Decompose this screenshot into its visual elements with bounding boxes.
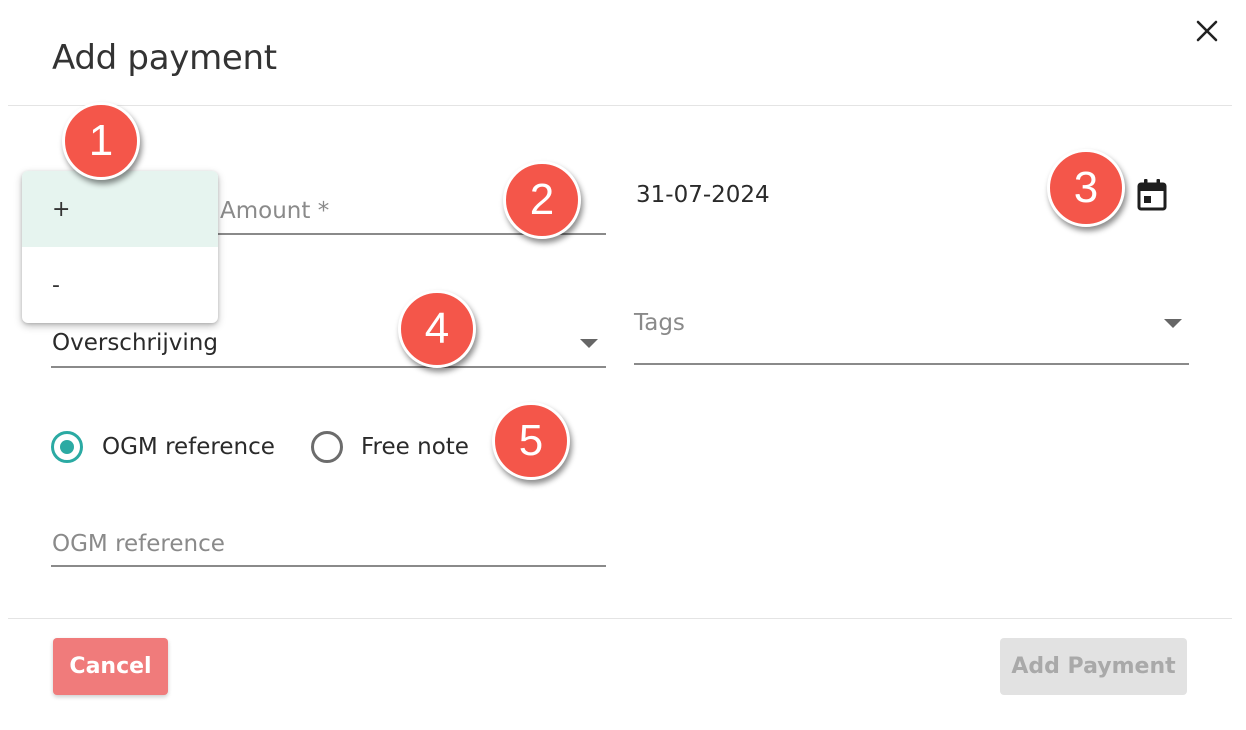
header-divider: [8, 105, 1232, 106]
add-payment-dialog: Add payment Amount * + - 31-07-2024 Over…: [0, 0, 1246, 730]
radio-label: OGM reference: [102, 434, 275, 460]
dialog-title: Add payment: [52, 38, 277, 78]
radio-ogm-reference[interactable]: OGM reference: [51, 428, 281, 472]
annotation-marker-1: 1: [62, 102, 140, 180]
date-input[interactable]: 31-07-2024: [636, 182, 770, 208]
ogm-reference-input[interactable]: OGM reference: [52, 531, 225, 557]
close-icon[interactable]: [1192, 16, 1222, 46]
chevron-down-icon[interactable]: [580, 339, 598, 348]
chevron-down-icon[interactable]: [1164, 319, 1182, 328]
payment-method-select[interactable]: Overschrijving: [52, 330, 218, 356]
annotation-marker-2: 2: [503, 161, 581, 239]
annotation-marker-5: 5: [492, 402, 570, 480]
radio-selected-icon: [51, 431, 83, 463]
payment-method-underline: [51, 366, 606, 368]
radio-unselected-icon: [311, 431, 343, 463]
footer-divider: [8, 618, 1232, 619]
radio-free-note[interactable]: Free note: [311, 428, 471, 472]
calendar-icon[interactable]: [1134, 177, 1170, 213]
sign-dropdown-menu: + -: [22, 171, 218, 323]
tags-select[interactable]: Tags: [634, 310, 685, 336]
annotation-marker-4: 4: [398, 290, 476, 368]
tags-underline: [634, 363, 1189, 365]
radio-label: Free note: [361, 434, 469, 460]
annotation-marker-3: 3: [1047, 149, 1125, 227]
add-payment-button[interactable]: Add Payment: [1000, 638, 1187, 695]
ogm-reference-underline: [51, 565, 606, 567]
sign-option-minus[interactable]: -: [22, 247, 218, 323]
sign-option-label: -: [52, 273, 60, 298]
amount-input[interactable]: Amount *: [220, 198, 329, 224]
sign-option-plus[interactable]: +: [22, 171, 218, 247]
cancel-button[interactable]: Cancel: [53, 638, 168, 695]
sign-option-label: +: [52, 197, 71, 222]
